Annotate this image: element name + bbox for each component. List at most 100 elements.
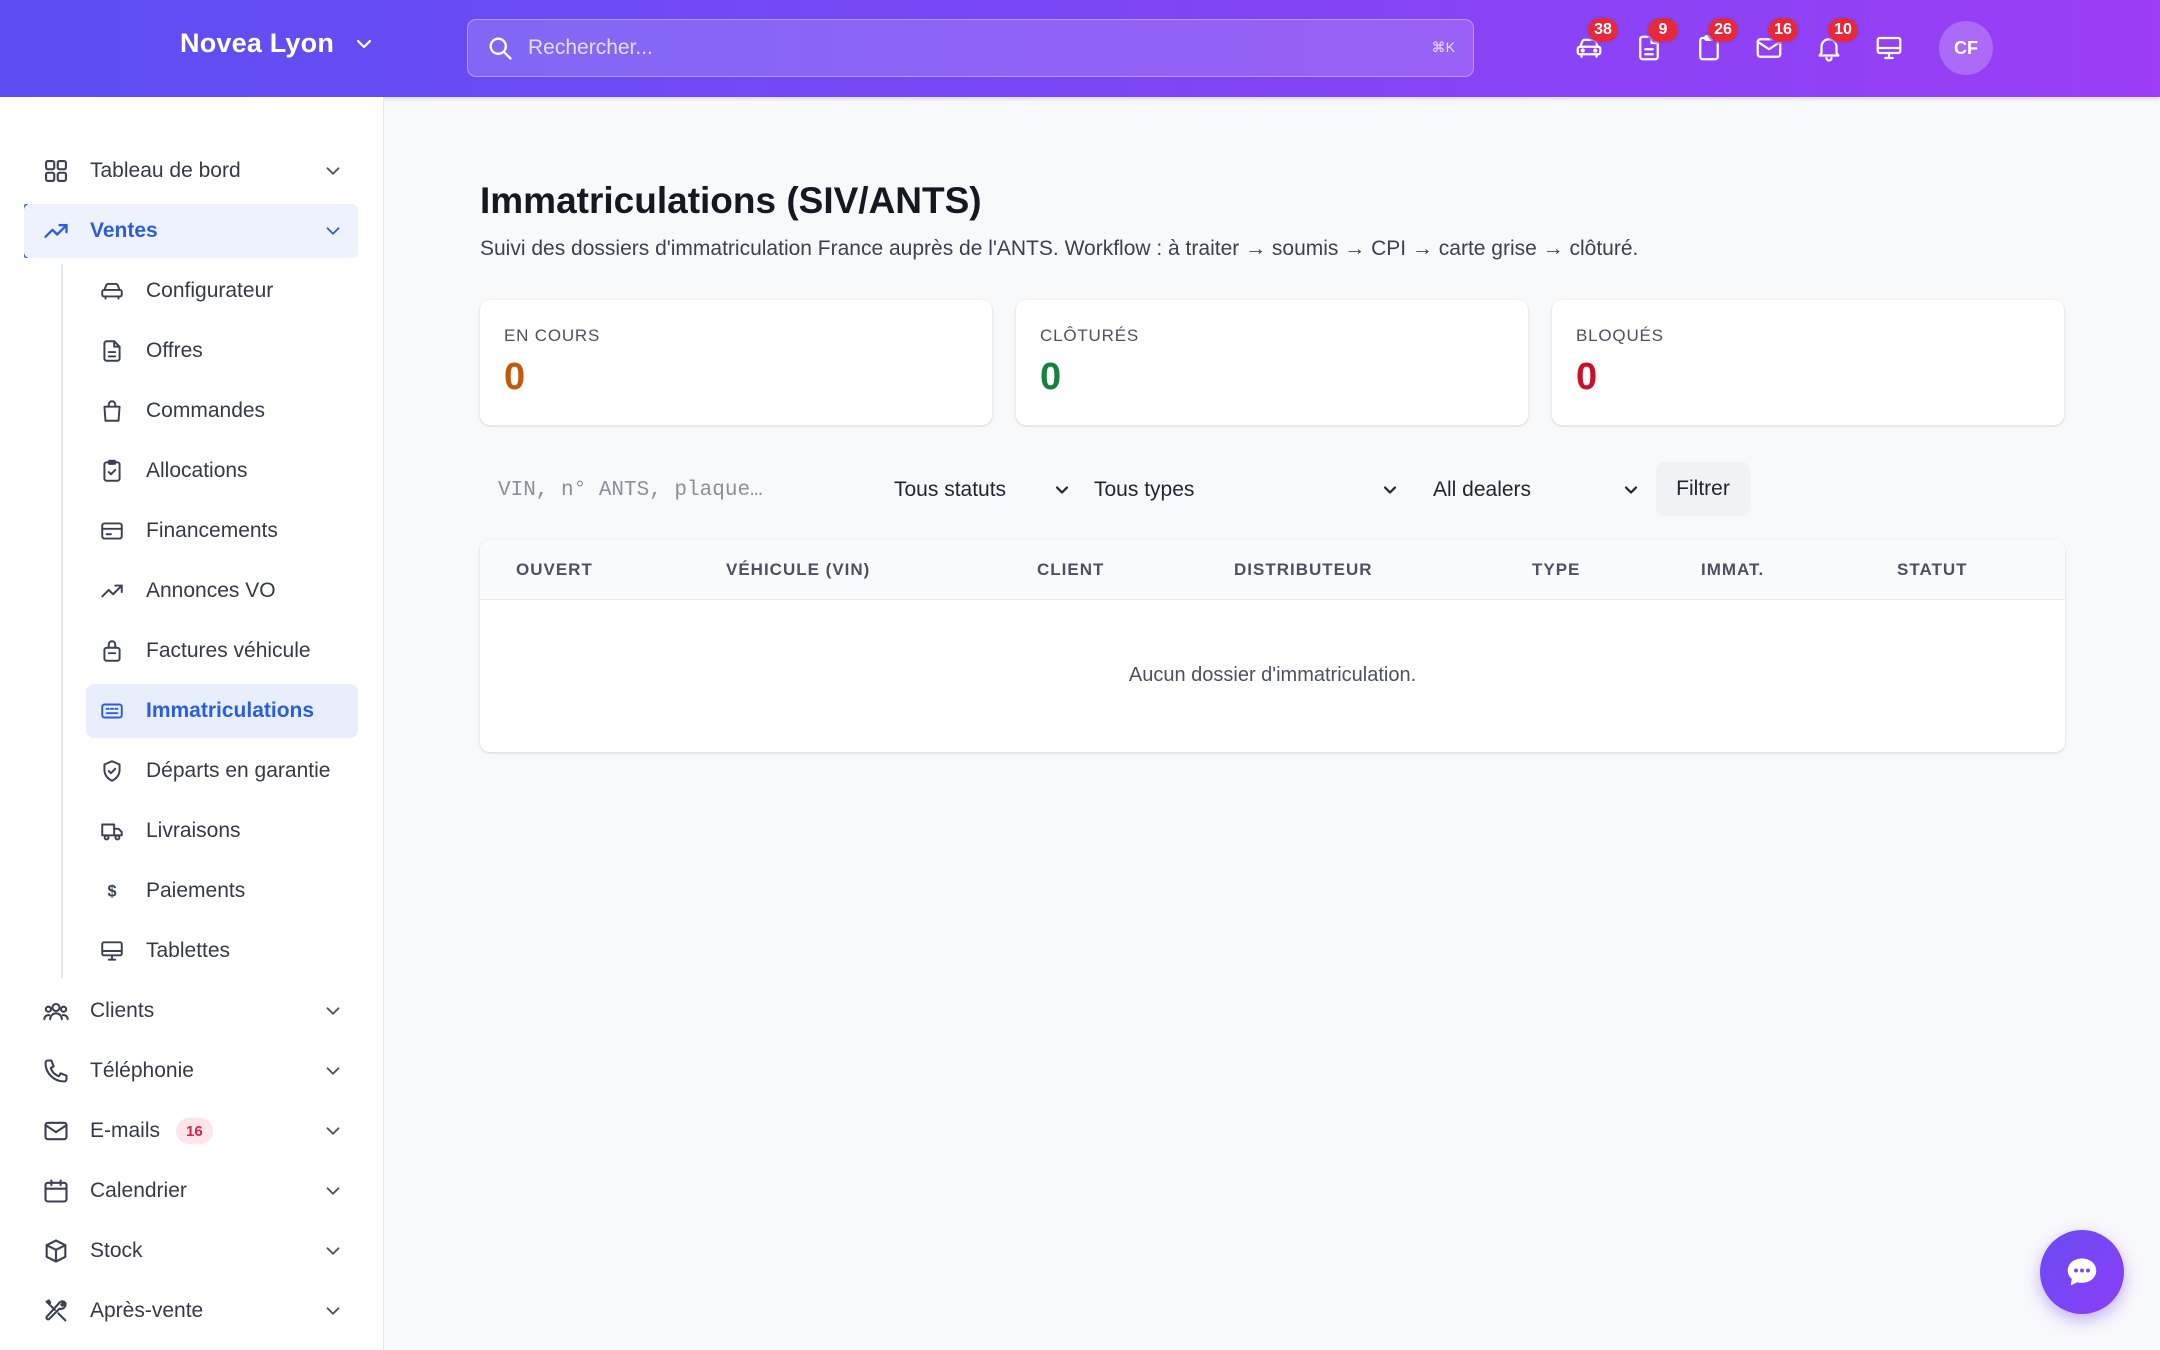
notifications-button[interactable]: 10 — [1811, 18, 1858, 72]
notification-badge: 10 — [1828, 18, 1858, 42]
dollar-icon: $ — [98, 877, 126, 905]
tasks-button[interactable]: 26 — [1691, 18, 1738, 72]
sidebar-item-tableau-de-bord[interactable]: Tableau de bord — [24, 144, 358, 198]
column-header[interactable]: STATUT — [1897, 560, 1968, 580]
id-card-icon — [98, 697, 126, 725]
chevron-down-icon — [1055, 486, 1069, 494]
calendar-icon — [42, 1177, 70, 1205]
notification-badge: 38 — [1588, 18, 1618, 42]
filter-bar: Tous statuts Tous types All dealers Filt… — [480, 462, 1750, 518]
sidebar-item-label: Commandes — [146, 399, 266, 422]
chevron-down-icon — [326, 227, 340, 235]
sidebar-item-label: Annonces VO — [146, 579, 276, 602]
column-header[interactable]: DISTRIBUTEUR — [1234, 560, 1373, 580]
trending-up-icon — [42, 217, 70, 245]
sidebar-item-label: Offres — [146, 339, 203, 362]
stat-card-clotures: CLÔTURÉS 0 — [1016, 300, 1528, 425]
sidebar-item-label: Après-vente — [90, 1299, 204, 1322]
sidebar-item-label: Tableau de bord — [90, 159, 241, 182]
chevron-down-icon — [326, 1247, 340, 1255]
sidebar-item-livraisons[interactable]: Livraisons — [86, 804, 358, 858]
mail-icon — [42, 1117, 70, 1145]
column-header[interactable]: IMMAT. — [1701, 560, 1764, 580]
empty-state-message: Aucun dossier d'immatriculation. — [1128, 664, 1417, 686]
page-subtitle: Suivi des dossiers d'immatriculation Fra… — [480, 237, 1639, 260]
sidebar-item-factures-vehicule[interactable]: Factures véhicule — [86, 624, 358, 678]
stat-value: 0 — [1576, 356, 1598, 398]
documents-button[interactable]: 9 — [1631, 18, 1678, 72]
sidebar-item-label: Factures véhicule — [146, 639, 311, 662]
top-bar: Novea Lyon ⌘K 38 9 26 16 10 C — [0, 0, 2160, 97]
clipboard-check-icon — [98, 457, 126, 485]
column-header[interactable]: VÉHICULE (VIN) — [726, 560, 870, 580]
sidebar-item-apres-vente[interactable]: Après-vente — [24, 1284, 358, 1338]
sidebar-item-telephonie[interactable]: Téléphonie — [24, 1044, 358, 1098]
stat-label: CLÔTURÉS — [1040, 326, 1139, 345]
chevron-down-icon — [326, 1007, 340, 1015]
chevron-down-icon — [1624, 486, 1638, 494]
type-select-value: Tous types — [1094, 478, 1195, 501]
sidebar-item-clients[interactable]: Clients — [24, 984, 358, 1038]
sidebar-item-emails[interactable]: E-mails 16 — [24, 1104, 358, 1158]
vehicles-button[interactable]: 38 — [1571, 18, 1618, 72]
sidebar-item-commandes[interactable]: Commandes — [86, 384, 358, 438]
shopping-bag-icon — [98, 397, 126, 425]
sidebar-item-financements[interactable]: Financements — [86, 504, 358, 558]
sidebar-item-tablettes[interactable]: Tablettes — [86, 924, 358, 978]
display-button[interactable] — [1871, 24, 1907, 72]
car-icon — [98, 277, 126, 305]
column-header[interactable]: OUVERT — [516, 560, 593, 580]
chat-button[interactable] — [2040, 1230, 2124, 1314]
type-select[interactable]: Tous types — [1094, 462, 1400, 518]
document-icon — [98, 337, 126, 365]
filter-button[interactable]: Filtrer — [1656, 462, 1750, 516]
table-header: OUVERT VÉHICULE (VIN) CLIENT DISTRIBUTEU… — [480, 540, 2065, 600]
sidebar-item-ventes[interactable]: Ventes — [24, 204, 358, 258]
sidebar-item-immatriculations[interactable]: Immatriculations — [86, 684, 358, 738]
stat-label: BLOQUÉS — [1576, 326, 1664, 345]
column-header[interactable]: CLIENT — [1037, 560, 1104, 580]
stat-card-bloques: BLOQUÉS 0 — [1552, 300, 2064, 425]
lock-bag-icon — [98, 637, 126, 665]
column-header[interactable]: TYPE — [1532, 560, 1580, 580]
notification-badge: 9 — [1648, 18, 1678, 42]
stat-value: 0 — [1040, 356, 1062, 398]
search-icon — [489, 37, 512, 60]
sidebar-item-departs-en-garantie[interactable]: Départs en garantie — [86, 744, 358, 798]
mail-button[interactable]: 16 — [1751, 18, 1798, 72]
sidebar-item-label: Financements — [146, 519, 278, 542]
stat-label: EN COURS — [504, 326, 601, 345]
search-input[interactable] — [528, 36, 1388, 60]
notification-badge: 26 — [1708, 18, 1738, 42]
users-icon — [42, 997, 70, 1025]
chat-bubble-icon — [2067, 1258, 2097, 1286]
truck-icon — [98, 817, 126, 845]
sidebar-item-calendrier[interactable]: Calendrier — [24, 1164, 358, 1218]
user-avatar[interactable]: CF — [1939, 21, 1993, 75]
sidebar-item-paiements[interactable]: $ Paiements — [86, 864, 358, 918]
grid-icon — [42, 157, 70, 185]
box-icon — [42, 1237, 70, 1265]
sidebar-item-stock[interactable]: Stock — [24, 1224, 358, 1278]
stat-card-en-cours: EN COURS 0 — [480, 300, 992, 425]
sidebar-item-label: Livraisons — [146, 819, 241, 842]
sidebar-item-allocations[interactable]: Allocations — [86, 444, 358, 498]
sidebar-item-label: Calendrier — [90, 1179, 187, 1202]
dealer-select[interactable]: All dealers — [1433, 462, 1641, 518]
status-select[interactable]: Tous statuts — [894, 462, 1072, 518]
sidebar-item-annonces-vo[interactable]: Annonces VO — [86, 564, 358, 618]
dealer-switcher[interactable]: Novea Lyon — [180, 28, 376, 59]
chevron-down-icon — [326, 1067, 340, 1075]
sidebar-item-offres[interactable]: Offres — [86, 324, 358, 378]
global-search[interactable]: ⌘K — [467, 19, 1474, 77]
sidebar-item-configurateur[interactable]: Configurateur — [86, 264, 358, 318]
sidebar-item-label: Téléphonie — [90, 1059, 194, 1082]
monitor-icon — [98, 937, 126, 965]
registration-search-input[interactable] — [480, 462, 880, 518]
sidebar-item-label: Clients — [90, 999, 155, 1022]
sidebar-item-label: E-mails — [90, 1119, 161, 1142]
tools-icon — [42, 1297, 70, 1325]
submenu-guide — [61, 264, 63, 978]
chevron-down-icon — [326, 1307, 340, 1315]
status-select-value: Tous statuts — [894, 478, 1007, 501]
